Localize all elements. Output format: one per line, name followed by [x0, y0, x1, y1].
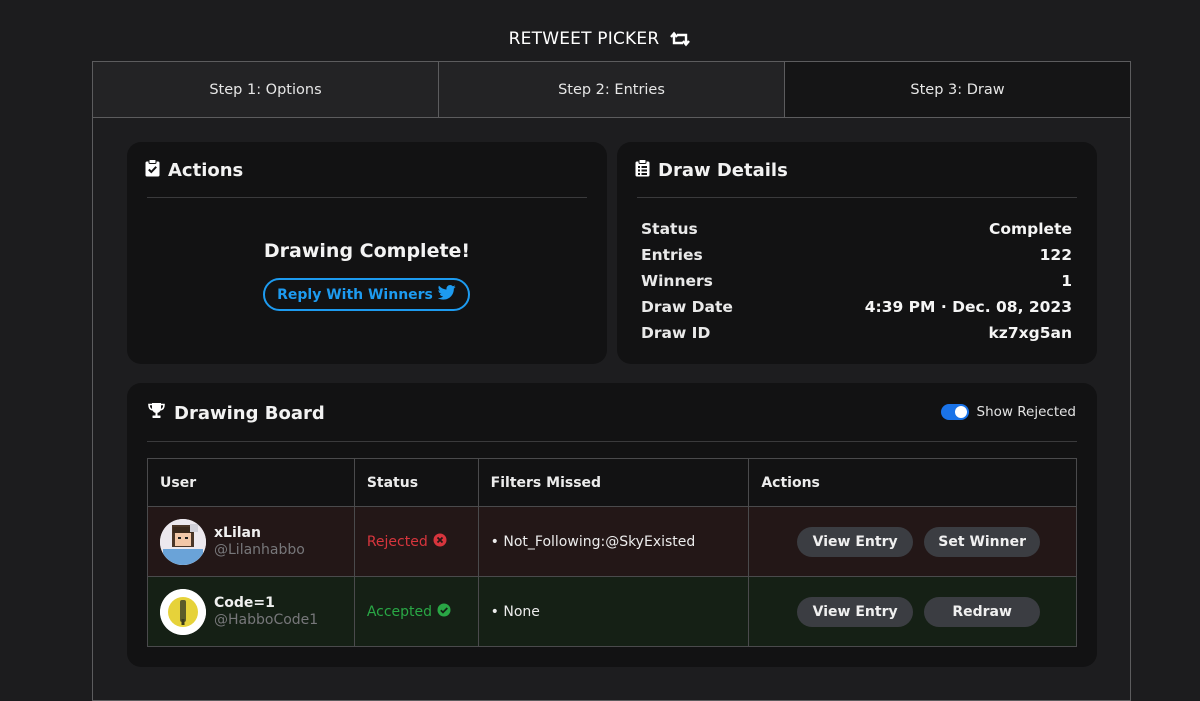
status-text: Accepted: [366, 603, 433, 620]
detail-row-draw-id: Draw ID kz7xg5an: [641, 320, 1072, 346]
detail-value: Complete: [988, 220, 1072, 238]
check-circle-icon: [437, 603, 451, 621]
reply-button-label: Reply With Winners: [277, 286, 433, 303]
actions-card-header: Actions: [145, 159, 243, 182]
tab-step-3[interactable]: Step 3: Draw: [785, 62, 1130, 117]
show-rejected-toggle[interactable]: [940, 404, 969, 420]
detail-row-winners: Winners 1: [641, 268, 1072, 294]
actions-card-title: Actions: [168, 160, 244, 181]
view-entry-button[interactable]: View Entry: [797, 526, 914, 557]
actions-cell: View Entry Redraw: [748, 576, 1077, 647]
retweet-icon: [669, 31, 691, 47]
user-name: Code=1: [214, 595, 275, 611]
detail-label: Winners: [641, 272, 713, 290]
detail-label: Entries: [641, 246, 703, 264]
table-row: Code=1 @HabboCode1 Accepted • None View …: [147, 576, 1077, 647]
draw-details-header: Draw Details: [635, 159, 788, 182]
draw-details-title: Draw Details: [658, 160, 788, 181]
detail-value: 1: [1061, 272, 1072, 290]
column-header-user: User: [147, 458, 355, 507]
drawing-board-title: Drawing Board: [174, 402, 325, 424]
detail-row-draw-date: Draw Date 4:39 PM · Dec. 08, 2023: [641, 294, 1072, 320]
detail-value: 4:39 PM · Dec. 08, 2023: [864, 298, 1072, 316]
actions-cell: View Entry Set Winner: [748, 506, 1077, 577]
detail-value: 122: [1039, 246, 1072, 264]
user-handle: @HabboCode1: [214, 612, 319, 628]
column-header-status: Status: [353, 458, 479, 507]
drawing-board-card: Drawing Board Show Rejected User Status …: [127, 383, 1097, 667]
show-rejected-label: Show Rejected: [976, 404, 1076, 420]
status-cell: Rejected: [353, 506, 479, 577]
column-header-actions: Actions: [748, 458, 1077, 507]
avatar: [160, 588, 206, 635]
user-cell: xLilan @Lilanhabbo: [147, 506, 355, 577]
user-cell: Code=1 @HabboCode1: [147, 576, 355, 647]
board-divider: [147, 441, 1077, 442]
column-header-filters: Filters Missed: [477, 458, 750, 507]
avatar: [160, 518, 206, 565]
show-rejected-control: Show Rejected: [940, 404, 1076, 420]
actions-divider: [147, 197, 587, 198]
detail-label: Draw Date: [641, 298, 733, 316]
tab-step-1[interactable]: Step 1: Options: [93, 62, 439, 117]
table-header-row: User Status Filters Missed Actions: [147, 458, 1077, 507]
reply-with-winners-button[interactable]: Reply With Winners: [263, 278, 470, 311]
entries-table: User Status Filters Missed Actions xLila…: [147, 458, 1077, 647]
main-frame: Step 1: Options Step 2: Entries Step 3: …: [92, 61, 1131, 701]
detail-label: Status: [641, 220, 698, 238]
filters-cell: • Not_Following:@SkyExisted: [477, 506, 750, 577]
trophy-icon: [147, 402, 166, 424]
detail-value: kz7xg5an: [988, 324, 1073, 342]
details-divider: [637, 197, 1077, 198]
app-title-text: RETWEET PICKER: [508, 29, 660, 49]
details-list: Status Complete Entries 122 Winners 1 Dr…: [641, 216, 1072, 346]
status-cell: Accepted: [353, 576, 479, 647]
detail-row-entries: Entries 122: [641, 242, 1072, 268]
view-entry-button[interactable]: View Entry: [797, 596, 914, 627]
set-winner-button[interactable]: Set Winner: [924, 526, 1041, 557]
status-text: Rejected: [366, 533, 428, 550]
app-title: RETWEET PICKER: [0, 29, 1200, 49]
detail-row-status: Status Complete: [641, 216, 1072, 242]
user-handle: @Lilanhabbo: [214, 542, 305, 558]
clipboard-check-icon: [145, 159, 160, 182]
redraw-button[interactable]: Redraw: [924, 596, 1041, 627]
draw-details-card: Draw Details Status Complete Entries 122…: [617, 142, 1097, 364]
twitter-bird-icon: [437, 285, 456, 304]
detail-label: Draw ID: [641, 324, 711, 342]
actions-card: Actions Drawing Complete! Reply With Win…: [127, 142, 607, 364]
user-name: xLilan: [214, 525, 261, 541]
filters-cell: • None: [477, 576, 750, 647]
table-row: xLilan @Lilanhabbo Rejected • Not_Follow…: [147, 506, 1077, 577]
step-tabs: Step 1: Options Step 2: Entries Step 3: …: [93, 62, 1130, 118]
tab-step-2[interactable]: Step 2: Entries: [439, 62, 785, 117]
drawing-complete-message: Drawing Complete!: [263, 240, 471, 262]
clipboard-list-icon: [635, 159, 650, 182]
x-circle-icon: [433, 533, 447, 551]
drawing-board-header: Drawing Board: [147, 402, 325, 424]
